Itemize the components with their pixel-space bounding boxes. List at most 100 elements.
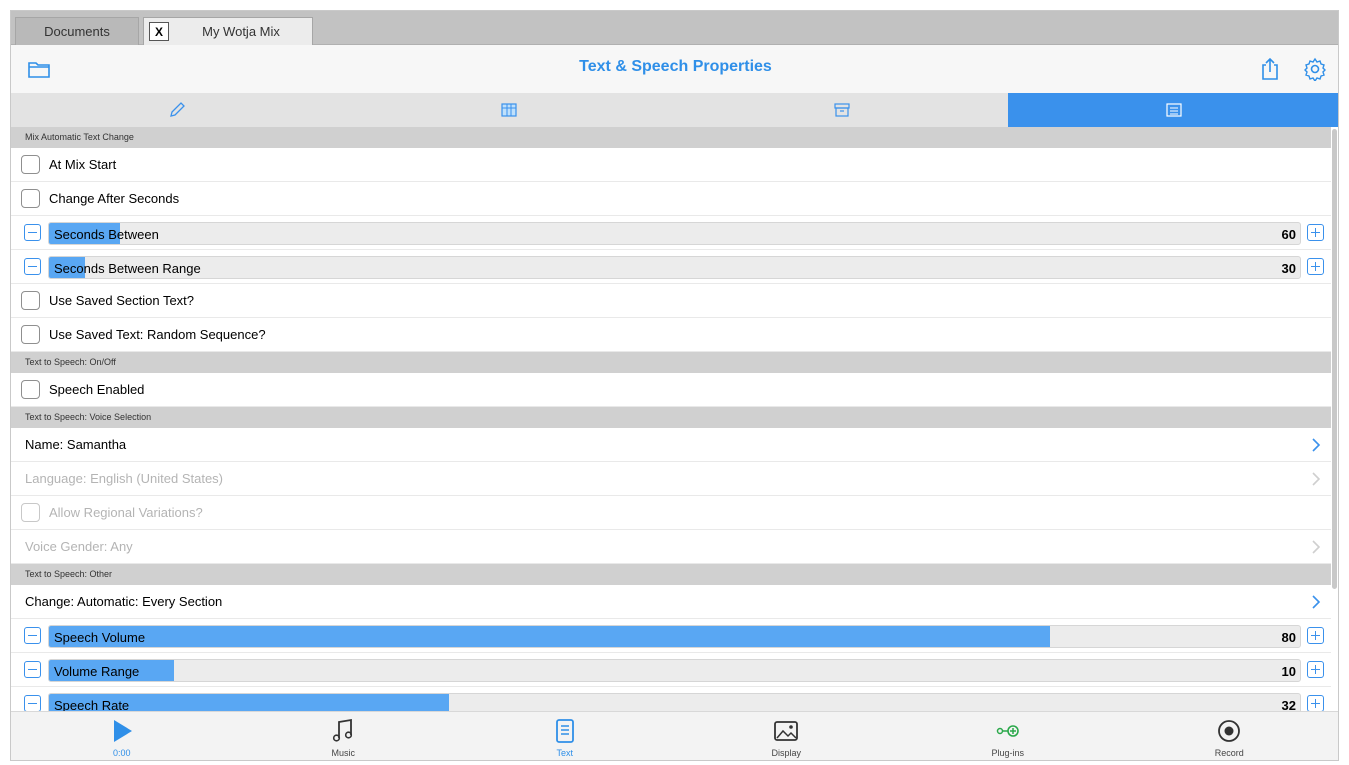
row-label: At Mix Start [49,157,117,172]
tab-active-label: My Wotja Mix [202,24,280,39]
property-segments [11,93,1338,127]
slider-speech-rate: Speech Rate 32 [11,687,1331,711]
chevron-right-icon [1312,595,1321,609]
chevron-right-icon [1312,438,1321,452]
slider-seconds-between-range: Seconds Between Range 30 [11,250,1331,284]
decrement-button[interactable] [24,224,41,241]
tab-music[interactable]: Music [233,712,455,760]
tab-label: Text [556,748,573,758]
archive-icon [834,103,850,117]
checkbox[interactable] [21,380,40,399]
navigation-bar: Text & Speech Properties [11,45,1338,93]
checkbox[interactable] [21,189,40,208]
tab-documents-label: Documents [44,24,110,39]
pencil-icon [170,102,186,117]
slider-value: 60 [1281,227,1296,242]
increment-button[interactable] [1307,627,1324,644]
row-language[interactable]: Language: English (United States) [11,462,1331,496]
slider-label: Seconds Between Range [54,261,201,276]
tab-label: Record [1214,748,1244,758]
row-label: Change After Seconds [49,191,180,206]
row-use-saved-random[interactable]: Use Saved Text: Random Sequence? [11,318,1331,352]
tab-play[interactable]: 0:00 [11,712,233,760]
tab-record[interactable]: Record [1119,712,1339,760]
list-icon [1166,103,1182,117]
close-tab-button[interactable]: X [149,22,169,41]
document-tab-bar: Documents X My Wotja Mix [11,11,1338,45]
tab-label: Display [771,748,801,758]
tab-documents[interactable]: Documents [15,17,139,45]
slider-label: Speech Volume [54,630,146,645]
slider-track[interactable]: Volume Range 10 [48,659,1301,682]
section-header-voice-selection: Text to Speech: Voice Selection [11,407,1331,428]
chevron-right-icon [1312,472,1321,486]
increment-button[interactable] [1307,661,1324,678]
slider-track[interactable]: Seconds Between 60 [48,222,1301,245]
row-label: Speech Enabled [49,382,145,397]
share-icon[interactable] [1258,57,1282,81]
slider-label: Speech Rate [54,698,130,711]
document-icon [555,719,574,743]
row-voice-gender[interactable]: Voice Gender: Any [11,530,1331,564]
row-label: Language: English (United States) [25,471,224,486]
increment-button[interactable] [1307,224,1324,241]
row-voice-name[interactable]: Name: Samantha [11,428,1331,462]
decrement-button[interactable] [24,695,41,711]
record-icon [1218,720,1241,742]
slider-label: Seconds Between [54,227,159,242]
increment-button[interactable] [1307,695,1324,711]
row-label: Use Saved Text: Random Sequence? [49,327,266,342]
app-window: Documents X My Wotja Mix Text & Speech P… [10,10,1339,761]
row-change-after-seconds[interactable]: Change After Seconds [11,182,1331,216]
slider-value: 30 [1281,261,1296,276]
tab-plugins[interactable]: Plug-ins [897,712,1119,760]
checkbox[interactable] [21,503,40,522]
chevron-right-icon [1312,540,1321,554]
decrement-button[interactable] [24,627,41,644]
segment-edit[interactable] [11,93,343,127]
slider-fill [49,626,1050,647]
row-label: Change: Automatic: Every Section [25,594,223,609]
tab-display[interactable]: Display [676,712,898,760]
tab-label: Plug-ins [991,748,1024,758]
row-speech-enabled[interactable]: Speech Enabled [11,373,1331,407]
slider-volume-range: Volume Range 10 [11,653,1331,687]
slider-track[interactable]: Speech Rate 32 [48,693,1301,711]
decrement-button[interactable] [24,258,41,275]
tab-text[interactable]: Text [454,712,676,760]
checkbox[interactable] [21,291,40,310]
slider-value: 32 [1281,698,1296,711]
page-title: Text & Speech Properties [579,58,772,75]
row-label: Use Saved Section Text? [49,293,195,308]
section-header-other: Text to Speech: Other [11,564,1331,585]
scrollbar[interactable] [1332,129,1337,589]
tab-my-wotja-mix[interactable]: X My Wotja Mix [143,17,313,45]
tab-label: 0:00 [112,748,131,758]
row-label: Name: Samantha [25,437,127,452]
row-at-mix-start[interactable]: At Mix Start [11,148,1331,182]
slider-track[interactable]: Seconds Between Range 30 [48,256,1301,279]
increment-button[interactable] [1307,258,1324,275]
bottom-tab-bar: 0:00 Music Text Display Plug-ins Record [11,711,1339,760]
grid-icon [501,103,517,117]
slider-track[interactable]: Speech Volume 80 [48,625,1301,648]
slider-label: Volume Range [54,664,140,679]
decrement-button[interactable] [24,661,41,678]
slider-seconds-between: Seconds Between 60 [11,216,1331,250]
section-header-mix-auto: Mix Automatic Text Change [11,127,1331,148]
slider-speech-volume: Speech Volume 80 [11,619,1331,653]
play-icon [113,720,132,742]
properties-list: Mix Automatic Text Change At Mix Start C… [11,127,1331,711]
row-label: Voice Gender: Any [25,539,133,554]
gear-icon[interactable] [1303,57,1327,81]
tab-label: Music [331,748,355,758]
segment-text[interactable] [1007,93,1338,127]
checkbox[interactable] [21,155,40,174]
row-change-auto[interactable]: Change: Automatic: Every Section [11,585,1331,619]
slider-value: 80 [1281,630,1296,645]
row-use-saved-section-text[interactable]: Use Saved Section Text? [11,284,1331,318]
segment-grid[interactable] [343,93,675,127]
row-allow-regional[interactable]: Allow Regional Variations? [11,496,1331,530]
checkbox[interactable] [21,325,40,344]
segment-archive[interactable] [676,93,1008,127]
